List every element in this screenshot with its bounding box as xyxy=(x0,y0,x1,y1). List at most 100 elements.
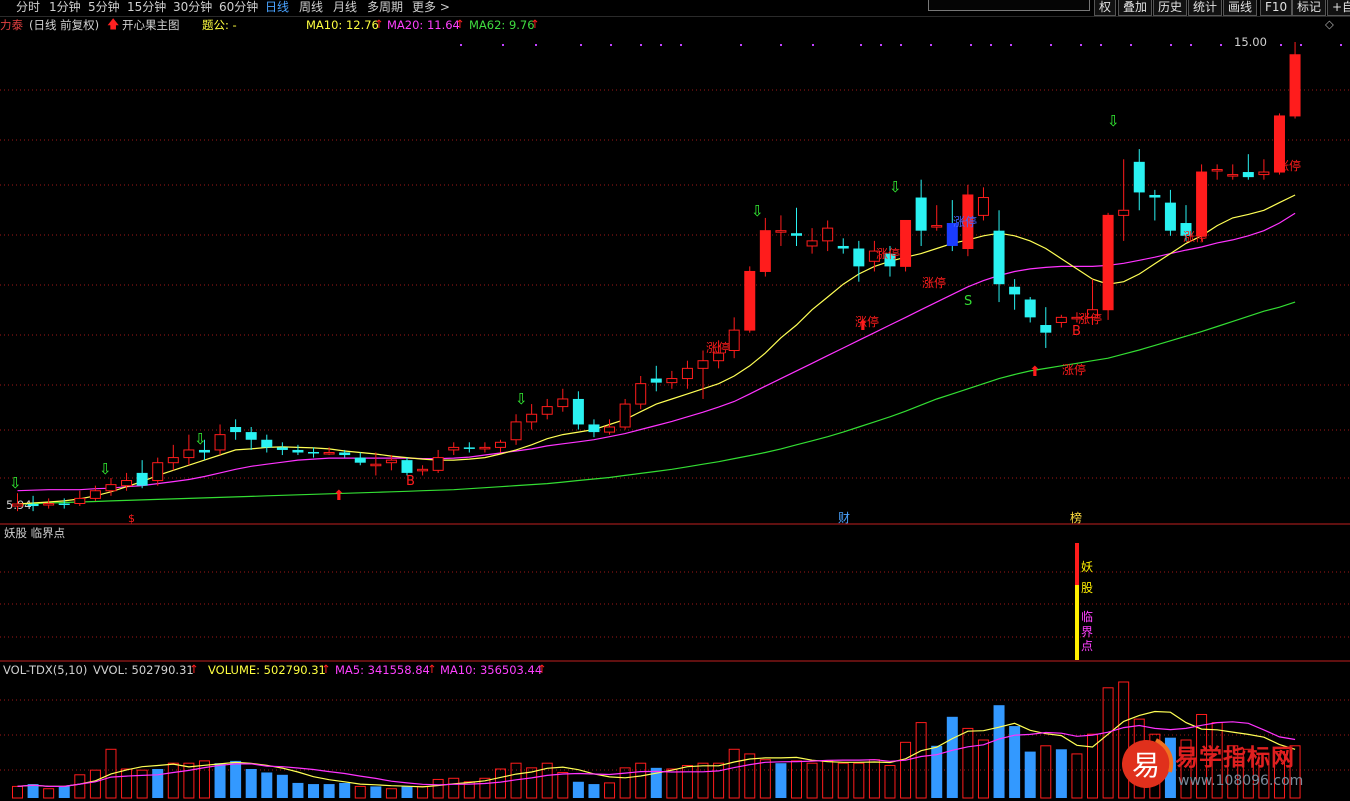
candle[interactable] xyxy=(152,462,164,482)
candle[interactable] xyxy=(666,378,678,384)
volume-bar[interactable] xyxy=(884,765,896,799)
candlestick-chart[interactable]: 涨停涨停涨停涨停涨停涨停涨停涨停涨停BBS$ 财榜⇩⇩⇩⇩⇩⇩⇩⬆⬆⬆妖股临界点 xyxy=(0,0,1350,801)
candle[interactable] xyxy=(292,449,304,453)
volume-bar[interactable] xyxy=(837,762,849,799)
candle[interactable] xyxy=(931,225,943,228)
candle[interactable] xyxy=(1227,174,1239,177)
candle[interactable] xyxy=(572,398,584,425)
volume-bar[interactable] xyxy=(697,762,709,799)
candle[interactable] xyxy=(1196,171,1208,237)
volume-bar[interactable] xyxy=(993,705,1005,798)
candle[interactable] xyxy=(370,463,382,467)
volume-bar[interactable] xyxy=(775,763,787,798)
candle[interactable] xyxy=(339,452,351,456)
candle[interactable] xyxy=(183,449,195,459)
candle[interactable] xyxy=(977,197,989,216)
volume-bar[interactable] xyxy=(900,741,912,799)
volume-bar[interactable] xyxy=(167,762,179,799)
volume-bar[interactable] xyxy=(946,716,958,798)
candle[interactable] xyxy=(1040,325,1052,333)
volume-bar[interactable] xyxy=(1024,751,1036,798)
volume-bar[interactable] xyxy=(27,784,39,798)
volume-bar[interactable] xyxy=(136,769,148,799)
volume-bar[interactable] xyxy=(759,759,771,799)
volume-bar[interactable] xyxy=(385,788,397,799)
volume-bar[interactable] xyxy=(292,782,304,798)
candle[interactable] xyxy=(775,230,787,233)
volume-bar[interactable] xyxy=(121,768,133,799)
volume-bar[interactable] xyxy=(494,768,506,799)
candle[interactable] xyxy=(822,227,834,242)
volume-bar[interactable] xyxy=(728,748,740,799)
candle[interactable] xyxy=(43,502,55,506)
volume-bar[interactable] xyxy=(681,765,693,799)
volume-bar[interactable] xyxy=(183,762,195,799)
candle[interactable] xyxy=(463,447,475,449)
volume-bar[interactable] xyxy=(1040,745,1052,799)
candle[interactable] xyxy=(759,230,771,272)
volume-bar[interactable] xyxy=(370,786,382,798)
candle[interactable] xyxy=(308,451,320,454)
candle[interactable] xyxy=(791,233,802,236)
volume-bar[interactable] xyxy=(713,762,725,799)
volume-bar[interactable] xyxy=(323,784,335,798)
volume-bar[interactable] xyxy=(152,769,164,798)
candle[interactable] xyxy=(993,230,1005,285)
candle[interactable] xyxy=(1009,286,1021,295)
candle[interactable] xyxy=(1258,171,1270,176)
candle[interactable] xyxy=(58,503,70,505)
volume-bar[interactable] xyxy=(572,781,584,798)
candle[interactable] xyxy=(1149,194,1161,198)
candle[interactable] xyxy=(261,439,273,448)
candle[interactable] xyxy=(74,497,86,504)
candle[interactable] xyxy=(1102,214,1114,311)
volume-bar[interactable] xyxy=(417,785,429,799)
volume-bar[interactable] xyxy=(448,777,460,799)
volume-bar[interactable] xyxy=(261,772,273,798)
volume-bar[interactable] xyxy=(214,763,226,798)
candle[interactable] xyxy=(526,413,538,423)
candle[interactable] xyxy=(681,367,693,380)
candle[interactable] xyxy=(12,503,23,507)
candle[interactable] xyxy=(1164,202,1176,231)
candle[interactable] xyxy=(494,441,506,448)
volume-bar[interactable] xyxy=(588,784,600,798)
candle[interactable] xyxy=(619,403,631,428)
candle[interactable] xyxy=(1242,172,1254,178)
candle[interactable] xyxy=(853,248,865,267)
candle[interactable] xyxy=(510,421,522,441)
candle[interactable] xyxy=(245,432,257,440)
candle[interactable] xyxy=(27,504,39,507)
candle[interactable] xyxy=(214,434,226,451)
volume-bar[interactable] xyxy=(1071,753,1083,799)
candle[interactable] xyxy=(915,197,927,231)
volume-bar[interactable] xyxy=(432,778,444,799)
candle[interactable] xyxy=(541,406,553,415)
candle[interactable] xyxy=(650,378,662,383)
candle[interactable] xyxy=(604,426,616,433)
volume-bar[interactable] xyxy=(198,760,210,799)
candle[interactable] xyxy=(728,329,740,352)
candle[interactable] xyxy=(806,240,818,247)
volume-bar[interactable] xyxy=(853,762,865,799)
volume-bar[interactable] xyxy=(822,760,834,799)
candle[interactable] xyxy=(417,468,429,472)
candle[interactable] xyxy=(479,446,491,450)
volume-bar[interactable] xyxy=(1055,749,1067,798)
volume-bar[interactable] xyxy=(401,786,413,798)
volume-bar[interactable] xyxy=(339,782,351,798)
candle[interactable] xyxy=(448,446,460,451)
candle[interactable] xyxy=(1133,161,1145,193)
volume-bar[interactable] xyxy=(604,782,616,799)
volume-bar[interactable] xyxy=(276,774,288,798)
volume-bar[interactable] xyxy=(12,785,23,799)
volume-bar[interactable] xyxy=(308,784,320,798)
candle[interactable] xyxy=(354,457,366,463)
volume-bar[interactable] xyxy=(977,739,989,799)
candle[interactable] xyxy=(198,449,210,453)
candle[interactable] xyxy=(432,457,444,471)
candle[interactable] xyxy=(167,457,179,464)
candle[interactable] xyxy=(385,459,397,464)
candle[interactable] xyxy=(588,424,600,433)
candle[interactable] xyxy=(105,484,117,492)
